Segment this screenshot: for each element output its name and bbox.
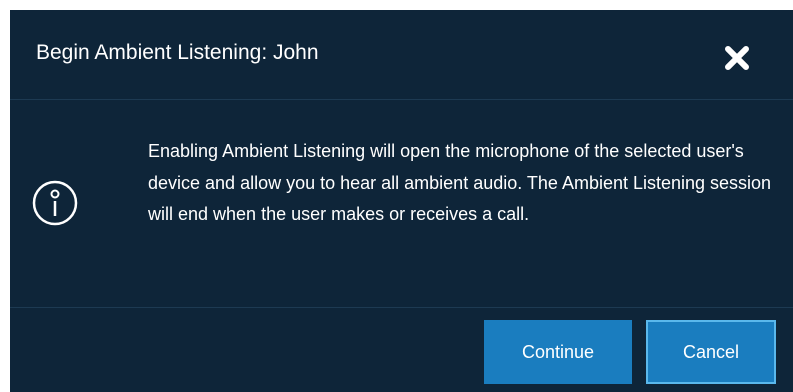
dialog-header: Begin Ambient Listening: John <box>10 10 793 100</box>
dialog-footer: Continue Cancel <box>10 308 793 392</box>
cancel-button[interactable]: Cancel <box>646 320 776 384</box>
ambient-listening-dialog: Begin Ambient Listening: John Enabling A… <box>10 10 793 392</box>
dialog-message: Enabling Ambient Listening will open the… <box>148 141 772 224</box>
close-icon[interactable] <box>723 44 751 72</box>
continue-button[interactable]: Continue <box>484 320 632 384</box>
info-icon <box>32 180 78 226</box>
dialog-body: Enabling Ambient Listening will open the… <box>10 100 793 308</box>
dialog-title: Begin Ambient Listening: John <box>36 41 319 64</box>
